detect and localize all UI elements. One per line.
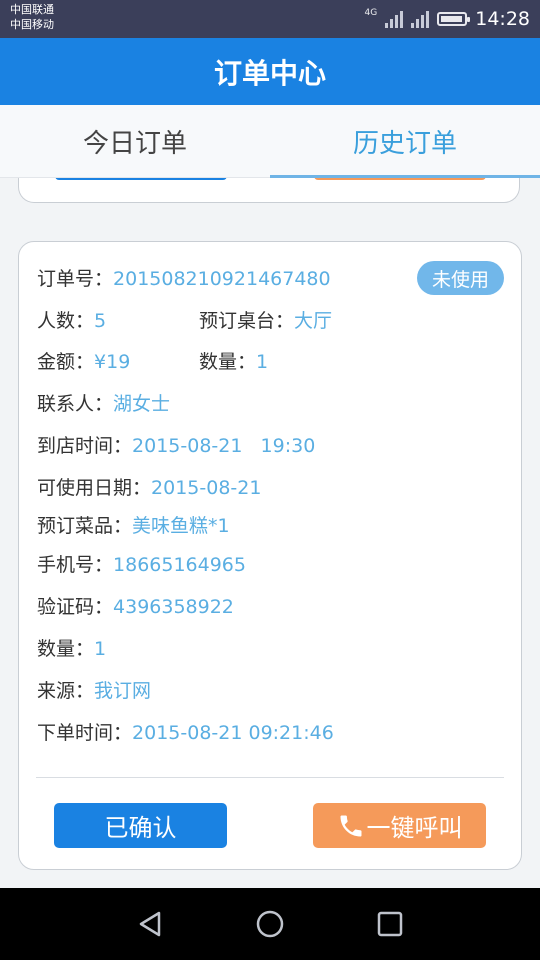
tab-today-orders[interactable]: 今日订单 <box>0 105 270 177</box>
card-divider <box>36 777 504 778</box>
contact-label: 联系人： <box>37 393 114 415</box>
quantity-row: 数量：1 <box>37 636 106 662</box>
order-number-value: 201508210921467480 <box>113 268 331 290</box>
amount-row: 金额：¥19 <box>37 349 130 375</box>
order-number-label: 订单号： <box>37 268 114 290</box>
order-time-row: 下单时间：2015-08-21 09:21:46 <box>37 720 334 746</box>
recent-square-icon[interactable] <box>370 904 410 944</box>
arrival-time-value: 2015-08-21 19:30 <box>132 435 316 457</box>
people-label: 人数： <box>37 310 95 332</box>
order-card: 未使用 订单号：201508210921467480 人数：5 预订桌台：大厅 … <box>18 241 522 870</box>
back-triangle-icon[interactable] <box>130 904 170 944</box>
clock: 14:28 <box>475 8 530 30</box>
tab-history-orders[interactable]: 历史订单 <box>270 105 540 178</box>
count-value: 1 <box>256 351 269 373</box>
table-row: 预订桌台：大厅 <box>199 308 332 334</box>
phone-label: 手机号： <box>37 554 114 576</box>
valid-date-value: 2015-08-21 <box>151 477 262 499</box>
page-title: 订单中心 <box>213 56 326 90</box>
status-icons: 4G 14:28 <box>365 6 530 32</box>
order-tabs: 今日订单 历史订单 <box>0 105 540 178</box>
dishes-label: 预订菜品： <box>37 515 133 537</box>
call-button-label: 一键呼叫 <box>366 814 463 842</box>
system-nav-bar <box>0 888 540 960</box>
source-row: 来源：我订网 <box>37 678 151 704</box>
contact-row: 联系人：湖女士 <box>37 391 170 417</box>
status-bar: 中国联通 中国移动 4G 14:28 <box>0 0 540 38</box>
source-value: 我订网 <box>94 680 152 702</box>
arrival-time-label: 到店时间： <box>37 435 133 457</box>
signal-icon <box>385 10 404 28</box>
home-circle-icon[interactable] <box>250 904 290 944</box>
valid-date-label: 可使用日期： <box>37 477 152 499</box>
phone-row: 手机号：18665164965 <box>37 552 246 578</box>
carrier-1: 中国联通 <box>10 3 54 16</box>
table-value: 大厅 <box>294 310 333 332</box>
carrier-names: 中国联通 中国移动 <box>10 2 54 32</box>
quantity-label: 数量： <box>37 638 95 660</box>
signal-icon-2 <box>411 10 430 28</box>
network-type: 4G <box>364 8 378 18</box>
verify-code-value: 4396358922 <box>113 596 234 618</box>
people-value: 5 <box>94 310 107 332</box>
order-time-label: 下单时间： <box>37 722 133 744</box>
app-header: 订单中心 <box>0 38 540 105</box>
valid-date-row: 可使用日期：2015-08-21 <box>37 475 261 501</box>
amount-value: ¥19 <box>94 351 131 373</box>
battery-icon <box>437 12 471 26</box>
confirmed-button[interactable]: 已确认 <box>54 803 227 848</box>
phone-icon <box>340 815 361 836</box>
arrival-time-row: 到店时间：2015-08-21 19:30 <box>37 433 315 459</box>
status-badge: 未使用 <box>417 261 504 295</box>
contact-value: 湖女士 <box>113 393 171 415</box>
count-row: 数量：1 <box>199 349 268 375</box>
count-label: 数量： <box>199 351 257 373</box>
carrier-2: 中国移动 <box>10 18 54 31</box>
source-label: 来源： <box>37 680 95 702</box>
one-click-call-button[interactable]: 一键呼叫 <box>313 803 486 848</box>
phone-value[interactable]: 18665164965 <box>113 554 246 576</box>
quantity-value: 1 <box>94 638 107 660</box>
verify-code-label: 验证码： <box>37 596 114 618</box>
dishes-row: 预订菜品：美味鱼糕*1 <box>37 513 230 539</box>
order-time-value: 2015-08-21 09:21:46 <box>132 722 334 744</box>
table-label: 预订桌台： <box>199 310 295 332</box>
dishes-value: 美味鱼糕*1 <box>132 515 230 537</box>
verify-code-row: 验证码：4396358922 <box>37 594 234 620</box>
amount-label: 金额： <box>37 351 95 373</box>
order-number-row: 订单号：201508210921467480 <box>37 266 331 292</box>
people-row: 人数：5 <box>37 308 106 334</box>
